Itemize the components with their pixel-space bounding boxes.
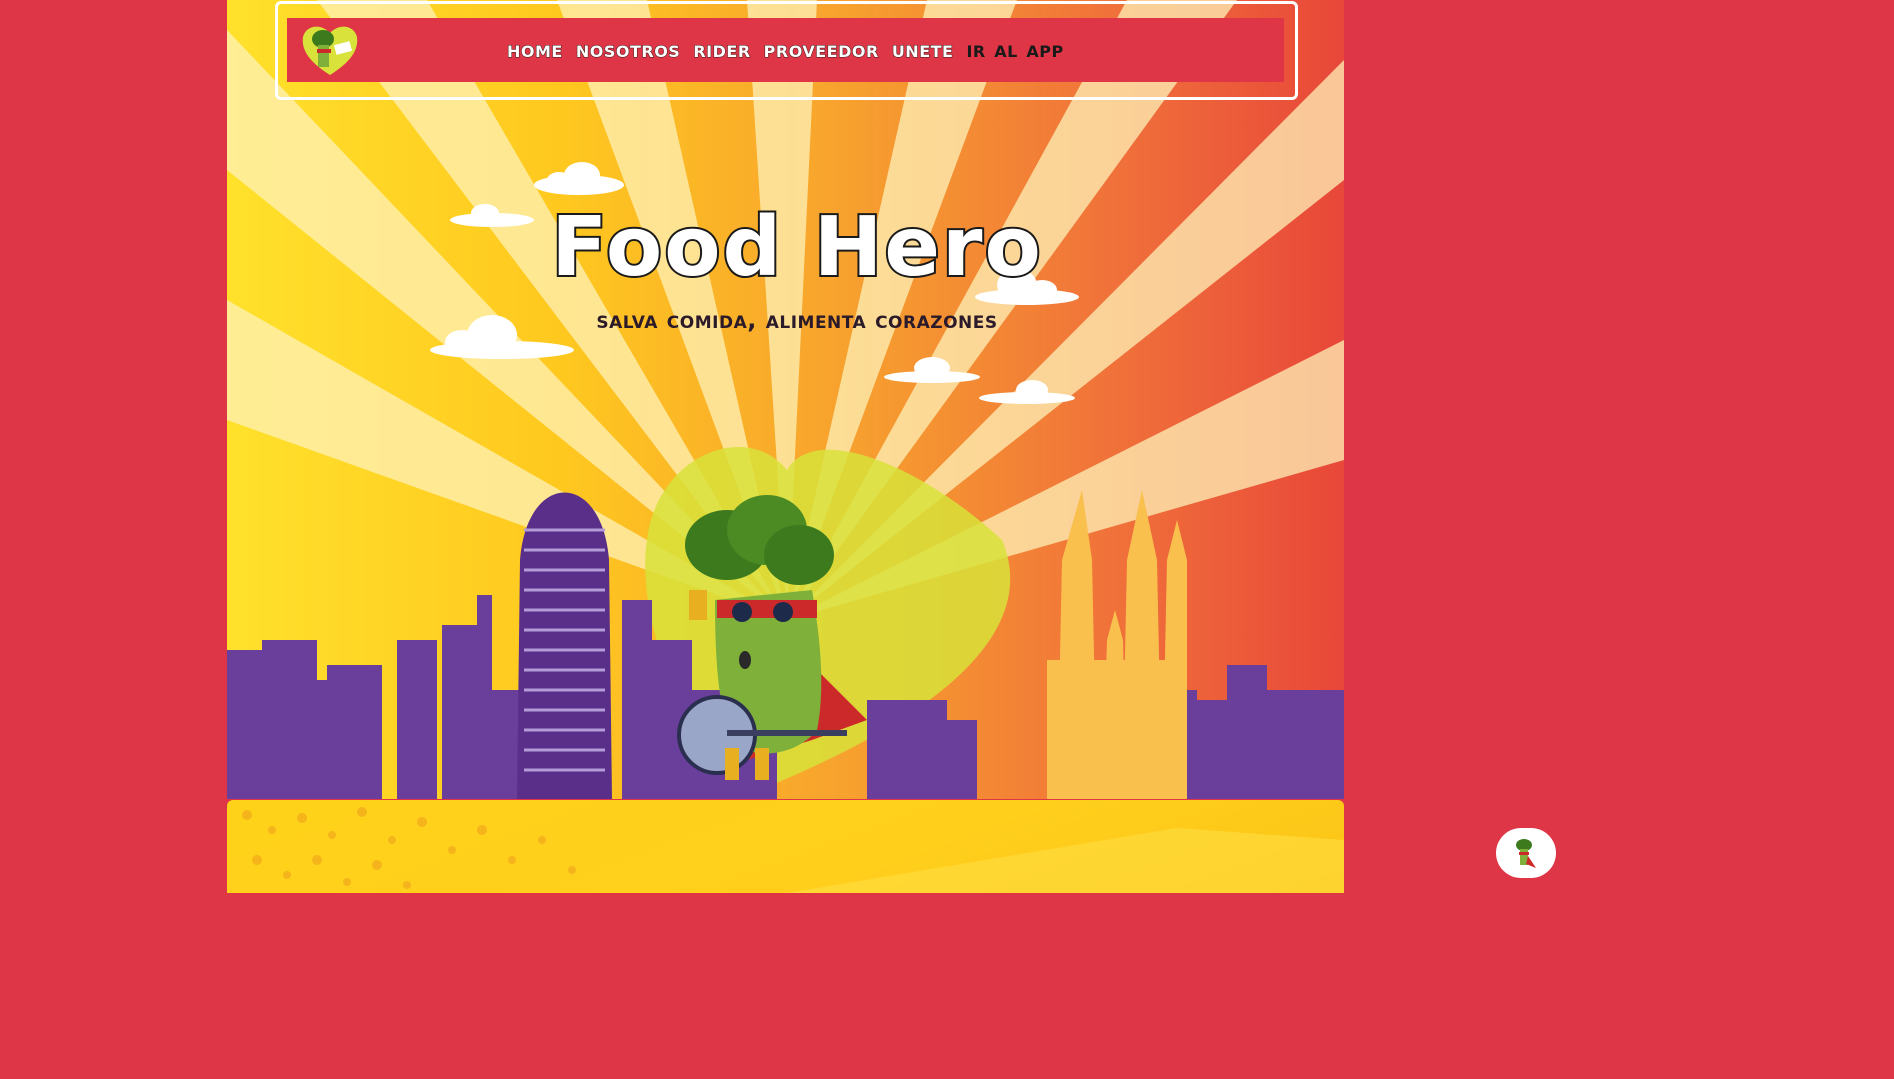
hero-section: Home Nosotros Rider Proveedor Unete Ir a… [227, 0, 1344, 799]
dot-pattern [242, 807, 1344, 893]
header-nav-frame: Home Nosotros Rider Proveedor Unete Ir a… [275, 1, 1298, 100]
hero-title: Food Hero [549, 198, 1043, 297]
nav-link-proveedor[interactable]: Proveedor [763, 35, 879, 65]
hero-illustration [227, 0, 1344, 799]
nav-link-nosotros[interactable]: Nosotros [575, 35, 680, 65]
chat-widget-button[interactable] [1496, 828, 1556, 878]
page-container: Home Nosotros Rider Proveedor Unete Ir a… [227, 0, 1344, 893]
broccoli-hero-chat-icon [1516, 839, 1536, 868]
nav-link-home[interactable]: Home [507, 35, 563, 65]
food-hero-logo-icon[interactable] [301, 23, 359, 77]
navbar: Home Nosotros Rider Proveedor Unete Ir a… [287, 18, 1284, 82]
main-menu: Home Nosotros Rider Proveedor Unete Ir a… [507, 35, 1064, 65]
hero-subtitle: Salva comida, alimenta corazones [596, 306, 998, 334]
next-section-banner [227, 800, 1344, 893]
nav-link-unete[interactable]: Unete [891, 35, 953, 65]
nav-link-rider[interactable]: Rider [693, 35, 751, 65]
nav-link-ir-al-app[interactable]: Ir al APP [966, 35, 1063, 65]
